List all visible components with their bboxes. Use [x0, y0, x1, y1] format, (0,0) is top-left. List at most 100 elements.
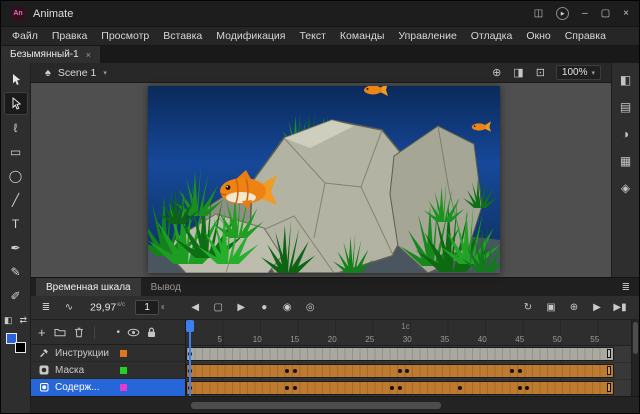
menu-item-6[interactable]: Текст: [292, 27, 332, 46]
highlight-column-header[interactable]: •: [116, 327, 120, 338]
menu-item-9[interactable]: Отладка: [464, 27, 520, 46]
line-tool[interactable]: ╱: [4, 188, 28, 211]
menu-item-5[interactable]: Модификация: [209, 27, 292, 46]
minimize-button[interactable]: –: [582, 8, 588, 19]
keyframe-dot[interactable]: [187, 352, 192, 356]
layer-row-masked[interactable]: Содерж...: [31, 379, 185, 396]
new-layer-button[interactable]: +: [38, 325, 46, 340]
menu-item-1[interactable]: Файл: [5, 27, 45, 46]
swap-colors-button[interactable]: ⇄: [19, 315, 27, 326]
vertical-scrollbar-thumb[interactable]: [633, 322, 638, 354]
span-end-marker[interactable]: [607, 366, 611, 375]
menu-item-10[interactable]: Окно: [519, 27, 557, 46]
frame-span[interactable]: [186, 347, 614, 361]
maximize-button[interactable]: ▢: [601, 8, 610, 19]
layer-name[interactable]: Инструкции: [55, 348, 113, 359]
workspace-icon[interactable]: ◫: [534, 8, 543, 19]
lasso-tool[interactable]: ℓ: [4, 116, 28, 139]
current-frame-input[interactable]: 1: [135, 300, 160, 315]
scene-name[interactable]: Scene 1: [58, 67, 97, 79]
layer-name[interactable]: Маска: [55, 365, 113, 376]
frames-row-masked[interactable]: [186, 380, 631, 396]
selection-tool[interactable]: [4, 68, 28, 91]
clip-content-button[interactable]: ⊡: [536, 66, 545, 79]
menu-item-8[interactable]: Управление: [391, 27, 463, 46]
timeline-horizontal-scrollbar[interactable]: [31, 396, 639, 413]
scene-chevron-icon[interactable]: ▾: [103, 69, 107, 77]
oval-tool[interactable]: ◯: [4, 164, 28, 187]
properties-panel-icon[interactable]: ◧: [620, 73, 631, 87]
lock-column-header[interactable]: [147, 327, 156, 338]
frames-row-guide[interactable]: [186, 346, 631, 363]
layer-view-toggle[interactable]: ≣: [39, 302, 53, 313]
timeline-ruler[interactable]: 1с 5 10 15 20 25 30 35 40 45 50 55: [186, 320, 631, 346]
pencil-tool[interactable]: ✎: [4, 260, 28, 283]
play-button[interactable]: ▶: [590, 302, 604, 313]
document-tab[interactable]: Безымянный-1 ×: [1, 46, 100, 63]
menu-item-4[interactable]: Вставка: [156, 27, 209, 46]
keyframe-dot[interactable]: [397, 369, 402, 373]
horizontal-scrollbar-thumb[interactable]: [191, 402, 441, 409]
keyframe-dot[interactable]: [457, 386, 462, 390]
zoom-select[interactable]: 100% ▾: [555, 65, 601, 80]
layer-color-swatch[interactable]: [120, 383, 127, 391]
stage[interactable]: [148, 86, 500, 273]
step-forward-button[interactable]: ▶: [234, 302, 248, 313]
delete-layer-button[interactable]: [74, 327, 84, 338]
step-end-button[interactable]: ▶▮: [613, 302, 627, 313]
keyframe-dot[interactable]: [292, 386, 297, 390]
new-folder-button[interactable]: [54, 327, 66, 337]
framerate-display[interactable]: 29,97к/с: [90, 301, 125, 314]
edit-multiple-frames-button[interactable]: ▣: [544, 302, 558, 313]
timeline-vertical-scrollbar[interactable]: [631, 320, 639, 396]
menu-item-7[interactable]: Команды: [333, 27, 392, 46]
close-button[interactable]: ×: [623, 8, 629, 19]
span-end-marker[interactable]: [607, 349, 611, 358]
align-panel-icon[interactable]: ▦: [620, 154, 631, 168]
graph-editor-toggle[interactable]: ∿: [62, 302, 76, 313]
step-back-button[interactable]: ◀: [188, 302, 202, 313]
keyframe-dot[interactable]: [397, 386, 402, 390]
quick-share-icon[interactable]: ▶: [556, 7, 570, 20]
visibility-column-header[interactable]: [127, 328, 140, 337]
snippets-panel-icon[interactable]: ◈: [621, 181, 630, 195]
loop-button[interactable]: ↻: [521, 302, 535, 313]
default-colors-button[interactable]: ◧: [4, 315, 13, 326]
layer-name[interactable]: Содерж...: [55, 382, 113, 393]
keyframe-dot[interactable]: [517, 369, 522, 373]
text-tool[interactable]: T: [4, 212, 28, 235]
onion-outline-button[interactable]: ◎: [303, 302, 317, 313]
layer-color-swatch[interactable]: [120, 349, 127, 357]
center-stage-button[interactable]: ⊕: [492, 66, 501, 79]
keyframe-dot[interactable]: [187, 369, 192, 373]
span-end-marker[interactable]: [607, 383, 611, 392]
tab-timeline[interactable]: Временная шкала: [36, 278, 141, 296]
keyframe-dot[interactable]: [517, 386, 522, 390]
pasteboard[interactable]: [31, 83, 611, 277]
pen-tool[interactable]: ✒: [4, 236, 28, 259]
center-frame-button[interactable]: ⊕: [567, 302, 581, 313]
brush-tool[interactable]: ✐: [4, 284, 28, 307]
layer-color-swatch[interactable]: [120, 366, 127, 374]
rotation-button[interactable]: ◨: [513, 66, 523, 79]
color-panel-icon[interactable]: ◑: [622, 127, 629, 141]
frames-pane[interactable]: 1с 5 10 15 20 25 30 35 40 45 50 55: [186, 320, 631, 396]
stage-canvas[interactable]: [148, 86, 500, 273]
tab-close-icon[interactable]: ×: [86, 50, 91, 60]
tab-output[interactable]: Вывод: [141, 278, 191, 296]
layer-row-mask[interactable]: Маска: [31, 362, 185, 379]
menu-item-3[interactable]: Просмотр: [94, 27, 156, 46]
library-panel-icon[interactable]: ▤: [620, 100, 631, 114]
auto-keyframe-toggle[interactable]: ●: [257, 302, 271, 313]
panel-menu-icon[interactable]: ≣: [622, 278, 639, 296]
subselection-tool[interactable]: [3, 92, 28, 115]
onion-skin-button[interactable]: ◉: [280, 302, 294, 313]
layer-row-guide[interactable]: Инструкции: [31, 345, 185, 362]
rectangle-tool[interactable]: ▭: [4, 140, 28, 163]
keyframe-dot[interactable]: [292, 369, 297, 373]
menu-item-2[interactable]: Правка: [45, 27, 94, 46]
keyframe-dot[interactable]: [187, 386, 192, 390]
stroke-color-chip[interactable]: [14, 342, 26, 353]
frames-row-mask[interactable]: [186, 363, 631, 380]
stop-button[interactable]: ▢: [211, 302, 225, 313]
